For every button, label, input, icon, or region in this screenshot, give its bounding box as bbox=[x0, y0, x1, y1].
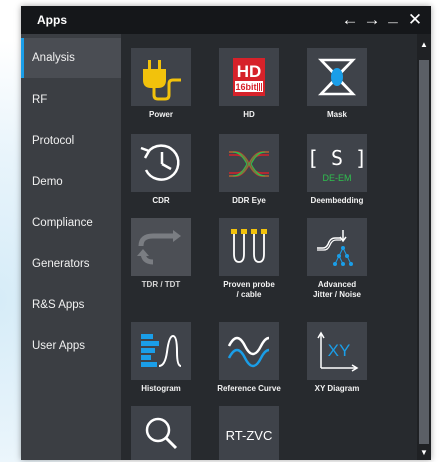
minimize-icon[interactable]: _ bbox=[382, 6, 404, 26]
app-tile-ddr-eye[interactable]: DDR Eye bbox=[209, 122, 289, 208]
title-bar: Apps ← → _ ✕ bbox=[21, 6, 431, 34]
app-label: Mask bbox=[326, 110, 347, 119]
app-tile-reference-curve[interactable]: Reference Curve bbox=[209, 310, 289, 396]
app-label: Proven probe / cable bbox=[223, 280, 275, 299]
category-sidebar: Analysis RF Protocol Demo Compliance Gen… bbox=[21, 34, 121, 460]
app-label: XY Diagram bbox=[314, 384, 360, 393]
sidebar-item-rs-apps[interactable]: R&S Apps bbox=[21, 285, 121, 325]
sidebar-item-analysis[interactable]: Analysis bbox=[21, 38, 121, 78]
app-label: Deembedding bbox=[310, 196, 364, 205]
app-label: Histogram bbox=[141, 384, 181, 393]
svg-text:XY: XY bbox=[328, 341, 351, 360]
close-icon[interactable]: ✕ bbox=[404, 10, 426, 30]
eye-diagram-icon bbox=[219, 134, 279, 192]
app-label: TDR / TDT bbox=[141, 280, 181, 289]
clock-recovery-icon bbox=[131, 134, 191, 192]
power-plug-icon bbox=[131, 48, 191, 106]
sidebar-item-demo[interactable]: Demo bbox=[21, 162, 121, 202]
search-icon bbox=[131, 406, 191, 460]
reference-curve-icon bbox=[219, 322, 279, 380]
app-tile-mask[interactable]: Mask bbox=[297, 36, 377, 122]
app-tile-proven-probe[interactable]: Proven probe / cable bbox=[209, 206, 289, 299]
app-tile-histogram[interactable]: Histogram bbox=[121, 310, 201, 396]
app-tile-xy-diagram[interactable]: XY XY Diagram bbox=[297, 310, 377, 396]
histogram-icon bbox=[131, 322, 191, 380]
apps-grid: Power HD 16bit HD Mask CDR DDR Eye [S]… bbox=[121, 34, 417, 460]
scrollbar-thumb[interactable] bbox=[419, 60, 429, 444]
app-tile-search[interactable] bbox=[121, 394, 201, 460]
hd-16bit-icon: HD 16bit bbox=[219, 48, 279, 106]
app-label: CDR bbox=[152, 196, 170, 205]
svg-text:DE-EM: DE-EM bbox=[323, 173, 352, 183]
svg-text:RT-ZVC: RT-ZVC bbox=[226, 428, 273, 443]
sidebar-item-generators[interactable]: Generators bbox=[21, 244, 121, 284]
mask-icon bbox=[307, 48, 367, 106]
app-label: Reference Curve bbox=[217, 384, 281, 393]
svg-text:16bit: 16bit bbox=[235, 82, 256, 92]
rt-zvc-icon: RT-ZVC bbox=[219, 406, 279, 460]
app-label: HD bbox=[243, 110, 255, 119]
probe-cable-icon bbox=[219, 218, 279, 276]
app-tile-hd[interactable]: HD 16bit HD bbox=[209, 36, 289, 122]
deembedding-icon: [ S ] DE-EM bbox=[307, 134, 367, 192]
app-tile-tdr-tdt[interactable]: TDR / TDT bbox=[121, 206, 201, 292]
app-tile-rt-zvc[interactable]: RT-ZVC bbox=[209, 394, 289, 460]
app-tile-cdr[interactable]: CDR bbox=[121, 122, 201, 208]
apps-dialog: Apps ← → _ ✕ Analysis RF Protocol Demo C… bbox=[21, 6, 431, 460]
scroll-up-icon[interactable]: ▲ bbox=[417, 38, 431, 52]
tdr-icon bbox=[131, 218, 191, 276]
forward-arrow-icon[interactable]: → bbox=[361, 10, 383, 30]
app-label: Power bbox=[148, 110, 173, 119]
app-label: DDR Eye bbox=[232, 196, 266, 205]
svg-text:[ S ]: [ S ] bbox=[307, 146, 367, 170]
sidebar-item-protocol[interactable]: Protocol bbox=[21, 121, 121, 161]
scroll-down-icon[interactable]: ▼ bbox=[417, 446, 431, 460]
back-arrow-icon[interactable]: ← bbox=[339, 10, 361, 30]
xy-diagram-icon: XY bbox=[307, 322, 367, 380]
window-title: Apps bbox=[37, 13, 67, 27]
sidebar-item-rf[interactable]: RF bbox=[21, 80, 121, 120]
vertical-scrollbar[interactable]: ▲ ▼ bbox=[417, 34, 431, 460]
sidebar-item-user-apps[interactable]: User Apps bbox=[21, 326, 121, 366]
app-tile-power[interactable]: Power bbox=[121, 36, 201, 122]
jitter-noise-icon bbox=[307, 218, 367, 276]
sidebar-item-compliance[interactable]: Compliance bbox=[21, 203, 121, 243]
app-tile-deembedding[interactable]: [ S ] DE-EM Deembedding bbox=[297, 122, 377, 208]
app-tile-advanced-jitter[interactable]: Advanced Jitter / Noise bbox=[297, 206, 377, 299]
svg-text:HD: HD bbox=[237, 62, 262, 81]
app-label: Advanced Jitter / Noise bbox=[312, 280, 361, 299]
